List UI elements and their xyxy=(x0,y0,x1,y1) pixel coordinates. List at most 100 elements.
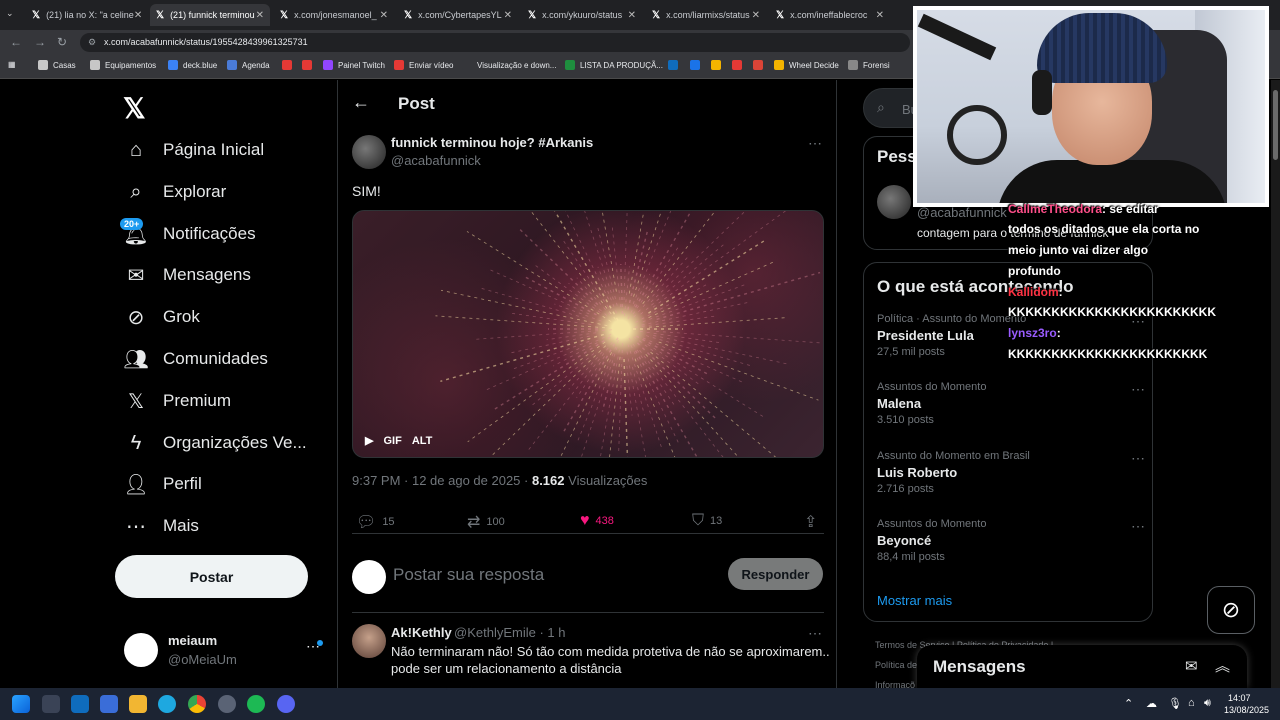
trend-item[interactable]: Assuntos do Momento Beyoncé 88,4 mil posts… xyxy=(877,518,1145,578)
close-tab-icon[interactable]: ✕ xyxy=(134,10,142,21)
bookmark[interactable]: Casas xyxy=(38,60,76,70)
like-action[interactable]: ♥ 438 xyxy=(580,512,614,530)
back-nav-icon[interactable]: ← xyxy=(10,35,22,49)
windows-start-icon[interactable] xyxy=(12,695,30,713)
network-icon[interactable]: ⌂ xyxy=(1188,697,1195,709)
bookmark[interactable]: deck.blue xyxy=(168,60,217,70)
close-tab-icon[interactable]: ✕ xyxy=(504,10,512,21)
expand-icon[interactable]: ︽ xyxy=(1215,655,1230,676)
reply-author-name[interactable]: Ak!Kethly xyxy=(391,625,452,640)
browser-tab-active[interactable]: 𝕏 (21) funnick terminou ✕ xyxy=(150,4,270,26)
footer-links[interactable]: Política de xyxy=(875,660,917,670)
nav-item-home[interactable]: ⌂ Página Inicial xyxy=(123,132,264,168)
close-tab-icon[interactable]: ✕ xyxy=(628,10,636,21)
bookmark[interactable] xyxy=(732,60,747,70)
bookmark[interactable] xyxy=(690,60,705,70)
trend-item[interactable]: Política · Assunto do Momento Presidente … xyxy=(877,313,1145,373)
browser-tab[interactable]: 𝕏x.com/jonesmanoel_ ✕ xyxy=(274,4,394,26)
suggested-handle[interactable]: @acabafunnick xyxy=(917,205,1007,220)
share-action[interactable]: ⇪ xyxy=(804,512,817,532)
bookmark[interactable] xyxy=(711,60,726,70)
browser-tab[interactable]: 𝕏x.com/ineffablecroc ✕ xyxy=(770,4,890,26)
clock-time[interactable]: 14:07 xyxy=(1228,693,1251,703)
bookmark[interactable]: LISTA DA PRODUÇÃ... xyxy=(565,60,663,70)
browser-tab[interactable]: 𝕏x.com/liarmixs/status ✕ xyxy=(646,4,766,26)
repost-action[interactable]: ⇄ 100 xyxy=(467,512,505,532)
forward-nav-icon[interactable]: → xyxy=(34,35,46,49)
browser-tab[interactable]: 𝕏x.com/ykuuro/status ✕ xyxy=(522,4,642,26)
cortana-icon[interactable] xyxy=(158,695,176,713)
bookmark[interactable]: Equipamentos xyxy=(90,60,156,70)
close-tab-icon[interactable]: ✕ xyxy=(256,10,264,21)
x-logo-icon[interactable]: 𝕏 xyxy=(123,92,146,125)
author-handle[interactable]: @acabafunnick xyxy=(391,153,481,168)
tab-search-icon[interactable]: ⌄ xyxy=(6,8,14,19)
grok-fab-icon[interactable]: ⊘ xyxy=(1207,586,1255,634)
play-icon[interactable]: ▶ xyxy=(365,434,373,447)
bookmark[interactable]: Agenda xyxy=(227,60,270,70)
browser-tab[interactable]: 𝕏 (21) lia no X: "a celine ✕ xyxy=(26,4,146,26)
account-switcher[interactable]: meiaum @oMeiaUm ⋯ xyxy=(124,630,324,670)
post-more-icon[interactable]: ⋯ xyxy=(808,135,822,152)
trend-item[interactable]: Assunto do Momento em Brasil Luis Roberto… xyxy=(877,450,1145,510)
messages-drawer[interactable]: Mensagens ✉ ︽ xyxy=(917,645,1247,688)
apps-icon[interactable]: ▦ xyxy=(8,60,16,69)
bookmark[interactable]: Forensi xyxy=(848,60,890,70)
close-tab-icon[interactable]: ✕ xyxy=(876,10,884,21)
nav-item-explore[interactable]: ⌕ Explorar xyxy=(123,174,226,210)
bookmark[interactable] xyxy=(753,60,768,70)
nav-item-organizations[interactable]: ϟ Organizações Ve... xyxy=(123,425,307,461)
clock-date[interactable]: 13/08/2025 xyxy=(1224,705,1269,715)
tray-chevron-icon[interactable]: ⌃ xyxy=(1124,697,1133,710)
nav-item-profile[interactable]: 👤︎ Perfil xyxy=(123,466,201,502)
post-button[interactable]: Postar xyxy=(115,555,308,598)
close-tab-icon[interactable]: ✕ xyxy=(380,10,388,21)
spotify-icon[interactable] xyxy=(247,695,265,713)
avatar[interactable] xyxy=(877,185,911,219)
browser-tab[interactable]: 𝕏x.com/CybertapesYL ✕ xyxy=(398,4,518,26)
reply-more-icon[interactable]: ⋯ xyxy=(808,625,822,642)
bookmark[interactable] xyxy=(282,60,297,70)
nav-item-more[interactable]: ⋯ Mais xyxy=(123,508,199,544)
discord-icon[interactable] xyxy=(277,695,295,713)
outlook-icon[interactable] xyxy=(71,695,89,713)
volume-icon[interactable]: 🔊︎ xyxy=(1204,697,1211,710)
nav-item-notifications[interactable]: 🔔︎ Notificações xyxy=(123,216,255,252)
bookmark[interactable]: Visualização e down... xyxy=(462,60,556,70)
trend-more-icon[interactable]: ⋯ xyxy=(1131,518,1145,535)
nav-item-premium[interactable]: 𝕏 Premium xyxy=(123,383,231,419)
reply-action[interactable]: 💬︎ 15 xyxy=(356,512,395,532)
bookmark[interactable]: Painel Twitch xyxy=(323,60,385,70)
url-field[interactable]: ⚙ x.com/acabafunnick/status/1955428439961… xyxy=(80,33,910,52)
back-arrow-icon[interactable]: ← xyxy=(352,92,370,113)
trend-more-icon[interactable]: ⋯ xyxy=(1131,450,1145,467)
bookmark[interactable] xyxy=(668,60,683,70)
alt-badge[interactable]: ALT xyxy=(412,435,433,447)
author-name[interactable]: funnick terminou hoje? #Arkanis xyxy=(391,135,593,150)
task-view-icon[interactable] xyxy=(42,695,60,713)
show-more-link[interactable]: Mostrar mais xyxy=(877,593,952,608)
scrollbar-thumb[interactable] xyxy=(1273,90,1278,160)
close-tab-icon[interactable]: ✕ xyxy=(752,10,760,21)
reply-author-avatar[interactable] xyxy=(352,624,386,658)
reply-author-handle[interactable]: @KethlyEmile · 1 h xyxy=(454,625,565,640)
bookmark[interactable] xyxy=(302,60,317,70)
trend-item[interactable]: Assuntos do Momento Malena 3.510 posts ⋯ xyxy=(877,381,1145,441)
obs-icon[interactable] xyxy=(218,695,236,713)
author-avatar[interactable] xyxy=(352,135,386,169)
page-scrollbar[interactable] xyxy=(1271,80,1280,688)
file-explorer-icon[interactable] xyxy=(129,695,147,713)
bookmark[interactable]: Wheel Decide xyxy=(774,60,839,70)
gif-media[interactable]: ▶ GIF ALT xyxy=(352,210,824,458)
nav-item-messages[interactable]: ✉ Mensagens xyxy=(123,257,251,293)
bookmark[interactable]: Enviar vídeo xyxy=(394,60,453,70)
new-message-icon[interactable]: ✉ xyxy=(1185,657,1198,675)
trend-more-icon[interactable]: ⋯ xyxy=(1131,381,1145,398)
nav-item-grok[interactable]: ⊘ Grok xyxy=(123,299,200,335)
chrome-icon[interactable] xyxy=(188,695,206,713)
reply-input[interactable]: Postar sua resposta xyxy=(393,565,544,585)
reply-button[interactable]: Responder xyxy=(728,558,823,590)
nav-item-communities[interactable]: 👥︎ Comunidades xyxy=(123,341,268,377)
site-info-icon[interactable]: ⚙ xyxy=(88,33,96,52)
tray-app-icon[interactable]: ☁ xyxy=(1146,697,1157,710)
